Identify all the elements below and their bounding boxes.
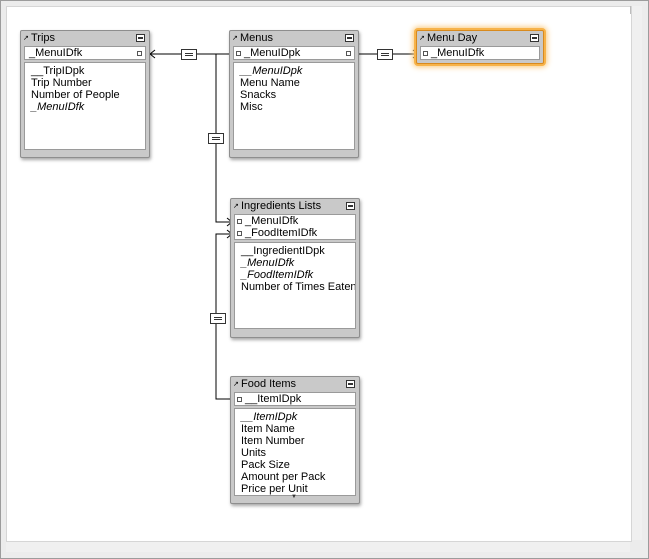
table-ingredients-lists[interactable]: ↗ Ingredients Lists _MenuIDfk _FoodItemID…	[230, 198, 360, 338]
collapse-icon[interactable]	[136, 34, 145, 42]
port-icon	[423, 51, 428, 56]
field-row[interactable]: Item Number	[241, 435, 355, 447]
key-field-label: _MenuIDfk	[245, 215, 299, 227]
field-row[interactable]: Misc	[240, 101, 354, 113]
field-row[interactable]: Trip Number	[31, 77, 145, 89]
table-title: Food Items	[241, 378, 297, 390]
port-icon	[237, 397, 242, 402]
arrow-icon[interactable]: ↗	[233, 377, 240, 392]
field-list: __MenuIDpk Menu Name Snacks Misc	[233, 62, 355, 150]
table-header[interactable]: ↗ Menus	[230, 31, 358, 46]
table-title: Trips	[31, 32, 56, 44]
field-row[interactable]: __ItemIDpk	[241, 411, 355, 423]
key-fields: _MenuIDfk	[24, 46, 146, 60]
table-trips[interactable]: ↗ Trips _MenuIDfk __TripIDpk Trip Number …	[20, 30, 150, 158]
table-menu-day[interactable]: ↗ Menu Day _MenuIDfk	[416, 30, 544, 64]
table-title: Menu Day	[427, 32, 478, 44]
key-field-label: _FoodItemIDfk	[245, 227, 318, 239]
key-field-row[interactable]: _MenuIDfk	[421, 47, 539, 59]
field-row[interactable]: Price per Unit	[241, 483, 355, 495]
field-row[interactable]: Menu Name	[240, 77, 354, 89]
field-row[interactable]: _MenuIDfk	[241, 257, 355, 269]
field-list: __TripIDpk Trip Number Number of People …	[24, 62, 146, 150]
field-row[interactable]: Pack Size	[241, 459, 355, 471]
key-fields: _MenuIDpk	[233, 46, 355, 60]
table-menus[interactable]: ↗ Menus _MenuIDpk __MenuIDpk Menu Name Sn…	[229, 30, 359, 158]
equals-operator-icon[interactable]	[208, 133, 224, 144]
table-title: Menus	[240, 32, 274, 44]
arrow-icon[interactable]: ↗	[419, 31, 426, 46]
field-list: __ItemIDpk Item Name Item Number Units P…	[234, 408, 356, 496]
key-fields: _MenuIDfk	[420, 46, 540, 60]
field-row[interactable]: Item Name	[241, 423, 355, 435]
key-fields: __ItemIDpk	[234, 392, 356, 406]
collapse-icon[interactable]	[346, 202, 355, 210]
collapse-icon[interactable]	[530, 34, 539, 42]
key-field-row[interactable]: _FoodItemIDfk	[235, 227, 355, 239]
more-fields-icon[interactable]: ▼	[291, 494, 297, 500]
port-icon	[237, 231, 242, 236]
key-fields: _MenuIDfk _FoodItemIDfk	[234, 214, 356, 240]
table-title: Ingredients Lists	[241, 200, 322, 212]
field-row[interactable]: __MenuIDpk	[240, 65, 354, 77]
field-row[interactable]: Units	[241, 447, 355, 459]
key-field-label: _MenuIDpk	[244, 47, 301, 59]
equals-operator-icon[interactable]	[181, 49, 197, 60]
key-field-row[interactable]: _MenuIDfk	[235, 215, 355, 227]
port-icon	[237, 219, 242, 224]
key-field-row[interactable]: __ItemIDpk	[235, 393, 355, 405]
field-row[interactable]: Number of Times Eaten	[241, 281, 355, 293]
table-header[interactable]: ↗ Menu Day	[417, 31, 543, 46]
arrow-icon[interactable]: ↗	[232, 31, 239, 46]
arrow-icon[interactable]: ↗	[233, 199, 240, 214]
field-row[interactable]: Snacks	[240, 89, 354, 101]
table-header[interactable]: ↗ Ingredients Lists	[231, 199, 359, 214]
port-icon	[346, 51, 351, 56]
arrow-icon[interactable]: ↗	[23, 31, 30, 46]
field-row[interactable]: __TripIDpk	[31, 65, 145, 77]
key-field-label: _MenuIDfk	[431, 47, 485, 59]
key-field-row[interactable]: _MenuIDfk	[25, 47, 145, 59]
equals-operator-icon[interactable]	[210, 313, 226, 324]
field-row[interactable]: _FoodItemIDfk	[241, 269, 355, 281]
key-field-label: __ItemIDpk	[245, 393, 302, 405]
table-food-items[interactable]: ↗ Food Items __ItemIDpk __ItemIDpk Item N…	[230, 376, 360, 504]
port-icon	[137, 51, 142, 56]
table-header[interactable]: ↗ Food Items	[231, 377, 359, 392]
collapse-icon[interactable]	[346, 380, 355, 388]
field-row[interactable]: Number of People	[31, 89, 145, 101]
field-row[interactable]: _MenuIDfk	[31, 101, 145, 113]
field-list: __IngredientIDpk _MenuIDfk _FoodItemIDfk…	[234, 242, 356, 329]
collapse-icon[interactable]	[345, 34, 354, 42]
equals-operator-icon[interactable]	[377, 49, 393, 60]
table-header[interactable]: ↗ Trips	[21, 31, 149, 46]
field-row[interactable]: __IngredientIDpk	[241, 245, 355, 257]
port-icon	[236, 51, 241, 56]
key-field-label: _MenuIDfk	[29, 47, 83, 59]
key-field-row[interactable]: _MenuIDpk	[234, 47, 354, 59]
field-row[interactable]: Amount per Pack	[241, 471, 355, 483]
